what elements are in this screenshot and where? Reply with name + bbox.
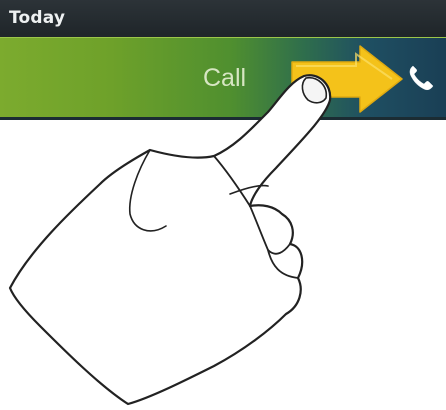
header-title: Today (9, 8, 66, 28)
hand-icon (8, 74, 332, 406)
phone-icon[interactable] (404, 62, 436, 94)
call-label: Call (203, 64, 247, 92)
header-bar: Today (0, 0, 446, 37)
divider (0, 117, 446, 120)
accept-call-slider[interactable]: Call (0, 37, 446, 118)
